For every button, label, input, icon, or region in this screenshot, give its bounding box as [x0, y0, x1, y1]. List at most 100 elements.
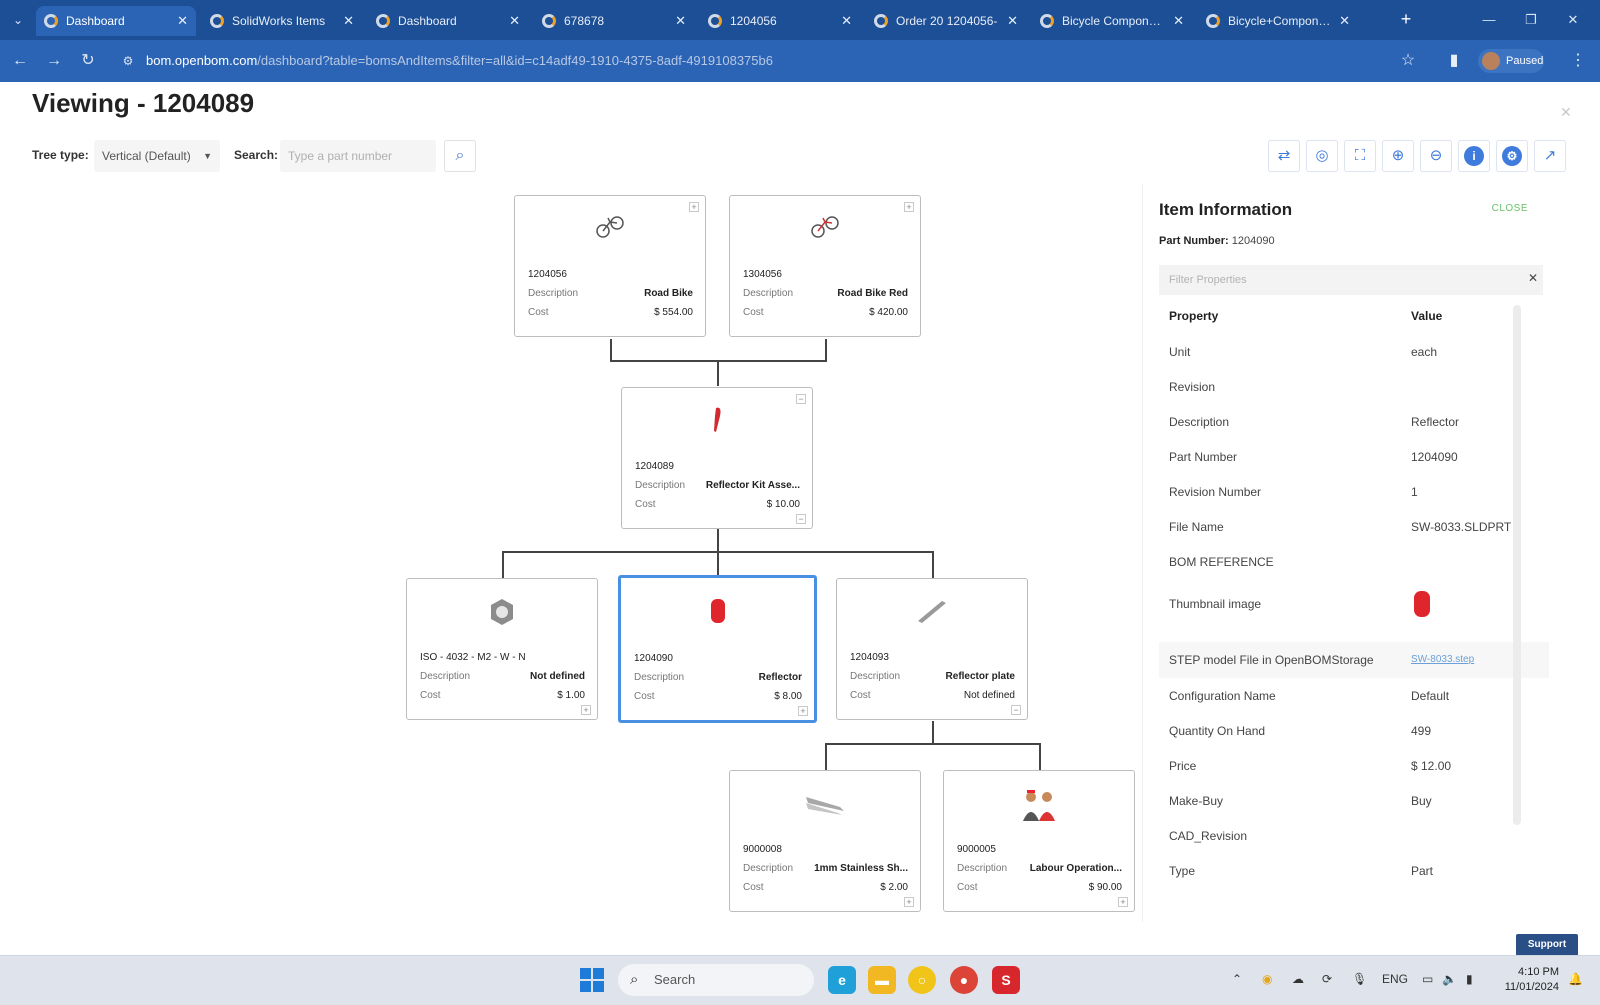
- property-row: BOM REFERENCE: [1169, 544, 1549, 580]
- windows-start-icon[interactable]: [580, 968, 604, 992]
- tray-app-icon[interactable]: ◉: [1262, 972, 1272, 986]
- profile-button[interactable]: Paused: [1478, 49, 1544, 73]
- expand-icon[interactable]: +: [798, 706, 808, 716]
- volume-icon[interactable]: 🔈: [1442, 972, 1457, 986]
- reflector-icon: [621, 596, 814, 636]
- node-cost: $ 10.00: [766, 499, 800, 510]
- property-column-header: Property: [1169, 309, 1219, 323]
- tree-node[interactable]: ISO - 4032 - M2 - W - N Description Not d…: [406, 578, 598, 720]
- tree-node[interactable]: 1304056 Description Road Bike Red Cost $ 4…: [729, 195, 921, 337]
- collapse-icon[interactable]: −: [796, 394, 806, 404]
- sync-icon[interactable]: ⟳: [1322, 972, 1332, 986]
- tree-node[interactable]: 1204093 Description Reflector plate Cost N…: [836, 578, 1028, 720]
- window-close-icon[interactable]: ✕: [1558, 8, 1588, 32]
- expand-icon[interactable]: +: [1118, 897, 1128, 907]
- cost-label: Cost: [743, 307, 764, 318]
- microphone-icon[interactable]: 🎙: [1352, 972, 1367, 986]
- property-name: Type: [1169, 864, 1196, 878]
- solidworks-app-icon[interactable]: S: [992, 966, 1020, 994]
- node-cost: $ 2.00: [880, 882, 908, 893]
- property-name: Description: [1169, 415, 1230, 429]
- panel-close-button[interactable]: CLOSE: [1492, 203, 1528, 214]
- expand-icon[interactable]: +: [581, 705, 591, 715]
- tree-node[interactable]: 9000005 Description Labour Operation... C…: [943, 770, 1135, 912]
- settings-icon[interactable]: ⚙: [1496, 140, 1528, 172]
- property-value: $ 12.00: [1411, 759, 1452, 773]
- battery-icon[interactable]: ▮: [1466, 972, 1473, 986]
- description-label: Description: [634, 672, 685, 683]
- property-name: Configuration Name: [1169, 689, 1276, 703]
- tree-node[interactable]: 1204089 Description Reflector Kit Asse...…: [621, 387, 813, 529]
- property-name: Revision: [1169, 380, 1216, 394]
- taskbar-search[interactable]: ⌕ Search: [618, 964, 814, 996]
- expand-icon[interactable]: +: [904, 202, 914, 212]
- support-button[interactable]: Support: [1516, 934, 1578, 956]
- collapse-icon[interactable]: −: [796, 514, 806, 524]
- tray-chevron-up-icon[interactable]: ⌃: [1232, 972, 1242, 986]
- property-row: Description Reflector: [1169, 404, 1549, 440]
- filter-properties-input[interactable]: [1159, 265, 1543, 295]
- property-name: Part Number: [1169, 450, 1238, 464]
- side-panel-icon[interactable]: ▮: [1442, 49, 1466, 73]
- tab-close-icon[interactable]: ✕: [1173, 6, 1184, 36]
- system-clock[interactable]: 4:10 PM 11/01/2024: [1497, 965, 1559, 995]
- clear-filter-icon[interactable]: ✕: [1528, 271, 1538, 285]
- property-row: STEP model File in OpenBOMStorage SW-8033…: [1159, 642, 1549, 678]
- bom-tree: 1204056 Description Road Bike Cost $ 554.0…: [0, 0, 1140, 930]
- chrome-browser-icon[interactable]: ●: [950, 966, 978, 994]
- fit-screen-icon[interactable]: ⛶: [1344, 140, 1376, 172]
- description-label: Description: [850, 671, 901, 682]
- edge-browser-icon[interactable]: e: [828, 966, 856, 994]
- node-part-number: 9000008: [743, 844, 782, 855]
- node-cost: $ 420.00: [869, 307, 908, 318]
- node-part-number: 1304056: [743, 269, 782, 280]
- part-number-value: 1204090: [1231, 235, 1275, 247]
- network-icon[interactable]: ▭: [1422, 972, 1433, 986]
- property-row: Unit each: [1169, 334, 1549, 370]
- zoom-in-icon[interactable]: ⊕: [1382, 140, 1414, 172]
- plate-icon: [837, 595, 1027, 635]
- cost-label: Cost: [635, 499, 656, 510]
- node-cost: $ 8.00: [774, 691, 802, 702]
- restore-icon[interactable]: ❐: [1516, 8, 1546, 32]
- property-name: Price: [1169, 759, 1197, 773]
- swap-orientation-icon[interactable]: ⇄: [1268, 140, 1300, 172]
- node-description: 1mm Stainless Sh...: [814, 863, 908, 874]
- cost-label: Cost: [957, 882, 978, 893]
- property-row: Part Number 1204090: [1169, 439, 1549, 475]
- bike-icon: [515, 212, 705, 252]
- collapse-icon[interactable]: −: [1011, 705, 1021, 715]
- info-icon[interactable]: i: [1458, 140, 1490, 172]
- value-column-header: Value: [1411, 309, 1443, 323]
- open-external-icon[interactable]: ↗: [1534, 140, 1566, 172]
- tree-node[interactable]: 1204056 Description Road Bike Cost $ 554.0…: [514, 195, 706, 337]
- avatar: [1482, 52, 1500, 70]
- tab-title: Bicycle+Component: [1228, 14, 1333, 28]
- language-indicator[interactable]: ENG: [1382, 972, 1408, 986]
- property-row: Configuration Name Default: [1169, 678, 1549, 714]
- panel-scrollbar[interactable]: [1513, 305, 1521, 825]
- new-tab-plus-icon[interactable]: +: [1394, 8, 1418, 32]
- property-name: BOM REFERENCE: [1169, 555, 1274, 569]
- zoom-out-icon[interactable]: ⊖: [1420, 140, 1452, 172]
- openbom-app-icon[interactable]: ○: [908, 966, 936, 994]
- node-description: Reflector: [758, 672, 802, 683]
- node-part-number: 1204093: [850, 652, 889, 663]
- center-target-icon[interactable]: ◎: [1306, 140, 1338, 172]
- tree-node-selected[interactable]: 1204090 Description Reflector Cost $ 8.00 …: [618, 575, 817, 723]
- expand-icon[interactable]: +: [904, 897, 914, 907]
- minimize-icon[interactable]: —: [1474, 8, 1504, 32]
- viewer-close-icon[interactable]: ✕: [1560, 104, 1572, 121]
- nut-icon: [407, 595, 597, 635]
- more-menu-icon[interactable]: ⋮: [1566, 49, 1590, 73]
- tree-node[interactable]: 9000008 Description 1mm Stainless Sh... C…: [729, 770, 921, 912]
- property-name: Unit: [1169, 345, 1191, 359]
- notification-bell-icon[interactable]: 🔔: [1568, 972, 1583, 986]
- bookmark-star-icon[interactable]: ☆: [1396, 49, 1420, 73]
- file-explorer-icon[interactable]: ▬: [868, 966, 896, 994]
- browser-tab[interactable]: Bicycle+Component ✕: [1198, 6, 1358, 36]
- step-file-link[interactable]: SW-8033.step: [1411, 642, 1474, 678]
- expand-icon[interactable]: +: [689, 202, 699, 212]
- onedrive-cloud-icon[interactable]: ☁: [1292, 972, 1304, 986]
- tab-close-icon[interactable]: ✕: [1339, 6, 1350, 36]
